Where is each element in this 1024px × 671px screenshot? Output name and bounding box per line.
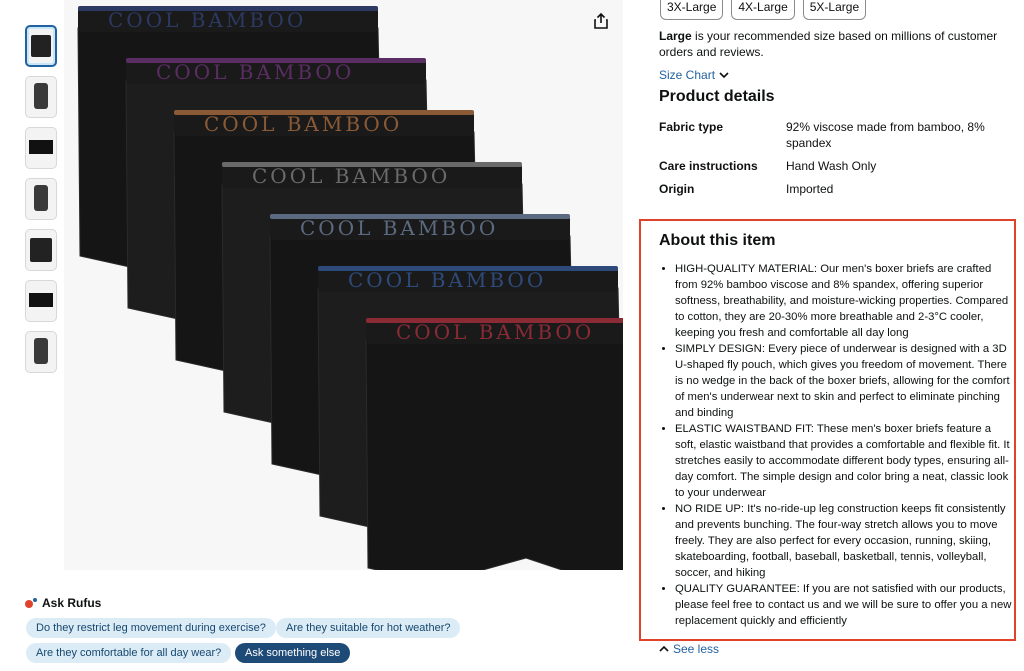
main-product-image[interactable]: COOL BAMBOO COOL BAMBOO COOL BAMBOO COOL BA… bbox=[64, 0, 623, 570]
detail-key: Origin bbox=[659, 182, 695, 196]
thumbnail-2[interactable] bbox=[25, 76, 57, 118]
thumbnail-6[interactable] bbox=[25, 280, 57, 322]
detail-value: Hand Wash Only bbox=[786, 159, 877, 173]
about-bullet-1: HIGH-QUALITY MATERIAL: Our men's boxer b… bbox=[675, 261, 1015, 341]
thumbnail-7[interactable] bbox=[25, 331, 57, 373]
ask-rufus-label: Ask Rufus bbox=[42, 596, 102, 610]
chevron-down-icon bbox=[719, 72, 729, 79]
about-bullets: HIGH-QUALITY MATERIAL: Our men's boxer b… bbox=[661, 261, 1015, 629]
size-4xl-button[interactable]: 4X-Large bbox=[731, 0, 795, 20]
rufus-question-2[interactable]: Are they suitable for hot weather? bbox=[276, 618, 461, 638]
product-illustration: COOL BAMBOO COOL BAMBOO COOL BAMBOO COOL BA… bbox=[77, 6, 623, 570]
about-title: About this item bbox=[659, 232, 776, 249]
svg-text:COOL BAMBOO: COOL BAMBOO bbox=[204, 112, 402, 136]
thumbnail-1[interactable] bbox=[25, 25, 57, 67]
product-details-title: Product details bbox=[659, 88, 775, 105]
share-icon[interactable] bbox=[592, 12, 610, 30]
about-bullet-3: ELASTIC WAISTBAND FIT: These men's boxer… bbox=[675, 421, 1015, 501]
thumbnail-4[interactable] bbox=[25, 178, 57, 220]
rufus-question-1[interactable]: Do they restrict leg movement during exe… bbox=[26, 618, 276, 638]
detail-value: Imported bbox=[786, 182, 834, 196]
svg-text:COOL BAMBOO: COOL BAMBOO bbox=[396, 320, 594, 344]
rufus-icon bbox=[25, 598, 37, 608]
svg-text:COOL BAMBOO: COOL BAMBOO bbox=[300, 216, 498, 240]
size-chart-label: Size Chart bbox=[659, 68, 716, 82]
detail-key: Fabric type bbox=[659, 120, 724, 134]
svg-text:COOL BAMBOO: COOL BAMBOO bbox=[348, 268, 546, 292]
thumbnail-3[interactable] bbox=[25, 127, 57, 169]
size-recommendation: Large is your recommended size based on … bbox=[659, 28, 999, 60]
ask-rufus-heading: Ask Rufus bbox=[24, 596, 101, 610]
chevron-up-icon bbox=[659, 645, 669, 652]
see-less-link[interactable]: See less bbox=[659, 642, 719, 656]
see-less-label: See less bbox=[673, 642, 720, 656]
about-this-item-section: About this item HIGH-QUALITY MATERIAL: O… bbox=[639, 219, 1016, 641]
recommended-size: Large bbox=[659, 29, 692, 43]
size-3xl-button[interactable]: 3X-Large bbox=[660, 0, 724, 20]
thumbnail-5[interactable] bbox=[25, 229, 57, 271]
about-bullet-2: SIMPLY DESIGN: Every piece of underwear … bbox=[675, 341, 1015, 421]
size-chart-link[interactable]: Size Chart bbox=[659, 68, 729, 82]
svg-text:COOL BAMBOO: COOL BAMBOO bbox=[252, 164, 450, 188]
svg-text:COOL BAMBOO: COOL BAMBOO bbox=[108, 8, 306, 32]
about-bullet-5: QUALITY GUARANTEE: If you are not satisf… bbox=[675, 581, 1015, 629]
detail-value: 92% viscose made from bamboo, 8% spandex bbox=[786, 120, 985, 150]
about-bullet-4: NO RIDE UP: It's no-ride-up leg construc… bbox=[675, 501, 1015, 581]
detail-key: Care instructions bbox=[659, 159, 758, 173]
recommendation-text: is your recommended size based on millio… bbox=[659, 29, 998, 59]
boxer-brief-7: COOL BAMBOO bbox=[365, 318, 623, 570]
svg-text:COOL BAMBOO: COOL BAMBOO bbox=[156, 60, 354, 84]
size-options: 3X-Large 4X-Large 5X-Large bbox=[660, 0, 867, 20]
size-5xl-button[interactable]: 5X-Large bbox=[802, 0, 867, 20]
rufus-question-3[interactable]: Are they comfortable for all day wear? bbox=[26, 643, 232, 663]
ask-something-else-button[interactable]: Ask something else bbox=[235, 643, 351, 663]
thumbnail-strip bbox=[25, 25, 59, 382]
